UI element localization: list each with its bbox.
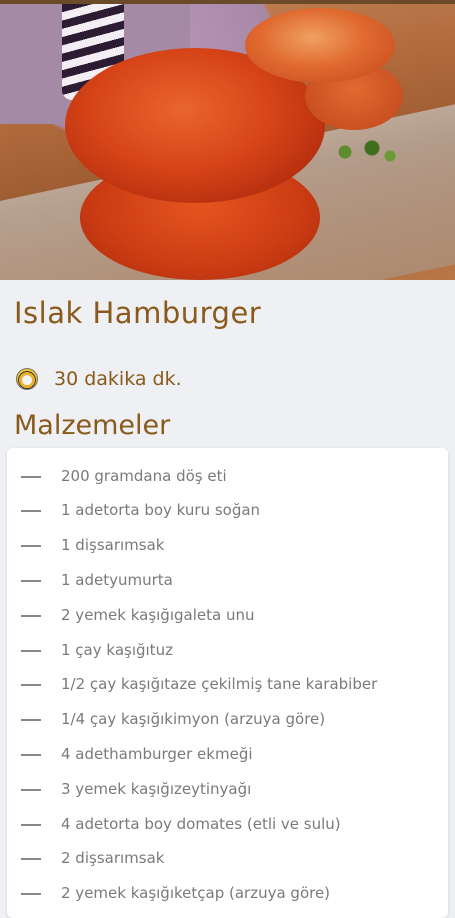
prep-time-text: 30 dakika dk. — [54, 368, 182, 390]
clock-icon — [16, 368, 38, 390]
dash-icon — [21, 719, 41, 721]
list-item: 1 adetyumurta — [7, 564, 448, 598]
ingredient-text: 2 dişsarımsak — [61, 849, 165, 867]
recipe-hero-image — [0, 0, 455, 280]
dash-icon — [21, 510, 41, 512]
ingredient-text: 1 çay kaşığıtuz — [61, 641, 173, 659]
list-item: 200 gramdana döş eti — [7, 460, 448, 494]
ingredient-text: 1/4 çay kaşığıkimyon (arzuya göre) — [61, 710, 326, 728]
ingredient-text: 3 yemek kaşığızeytinyağı — [61, 780, 252, 798]
dash-icon — [21, 893, 41, 895]
list-item: 4 adetorta boy domates (etli ve sulu) — [7, 808, 448, 842]
ingredient-text: 4 adethamburger ekmeği — [61, 745, 253, 763]
dash-icon — [21, 824, 41, 826]
list-item: 1 dişsarımsak — [7, 529, 448, 563]
ingredient-text: 4 adetorta boy domates (etli ve sulu) — [61, 815, 341, 833]
dash-icon — [21, 545, 41, 547]
ingredient-text: 2 yemek kaşığıketçap (arzuya göre) — [61, 884, 331, 902]
ingredient-text: 200 gramdana döş eti — [61, 467, 227, 485]
list-item: 4 adethamburger ekmeği — [7, 738, 448, 772]
dash-icon — [21, 754, 41, 756]
dash-icon — [21, 650, 41, 652]
list-item: 2 dişsarımsak — [7, 842, 448, 876]
list-item: 2 yemek kaşığıketçap (arzuya göre) — [7, 877, 448, 911]
list-item: 3 yemek kaşığızeytinyağı — [7, 773, 448, 807]
dash-icon — [21, 476, 41, 478]
dash-icon — [21, 684, 41, 686]
ingredient-text: 2 yemek kaşığıgaleta unu — [61, 606, 255, 624]
list-item: 1/2 çay kaşığıtaze çekilmiş tane karabib… — [7, 668, 448, 702]
list-item: 1 çay kaşığıtuz — [7, 634, 448, 668]
ingredient-text: 1 adetyumurta — [61, 571, 173, 589]
list-item: 1/4 çay kaşığıkimyon (arzuya göre) — [7, 703, 448, 737]
ingredients-heading: Malzemeler — [14, 410, 171, 441]
prep-time-row: 30 dakika dk. — [16, 366, 182, 392]
recipe-title: Islak Hamburger — [14, 296, 262, 330]
list-item: 1 adetorta boy kuru soğan — [7, 494, 448, 528]
dash-icon — [21, 615, 41, 617]
dash-icon — [21, 580, 41, 582]
burger-top-bun-back — [245, 8, 395, 83]
ingredient-text: 1 dişsarımsak — [61, 536, 165, 554]
ingredients-card: 200 gramdana döş eti 1 adetorta boy kuru… — [7, 448, 448, 918]
dash-icon — [21, 858, 41, 860]
dash-icon — [21, 789, 41, 791]
parsley-garnish — [318, 132, 408, 172]
list-item: 2 yemek kaşığıgaleta unu — [7, 599, 448, 633]
ingredient-text: 1/2 çay kaşığıtaze çekilmiş tane karabib… — [61, 675, 378, 693]
ingredient-text: 1 adetorta boy kuru soğan — [61, 501, 261, 519]
